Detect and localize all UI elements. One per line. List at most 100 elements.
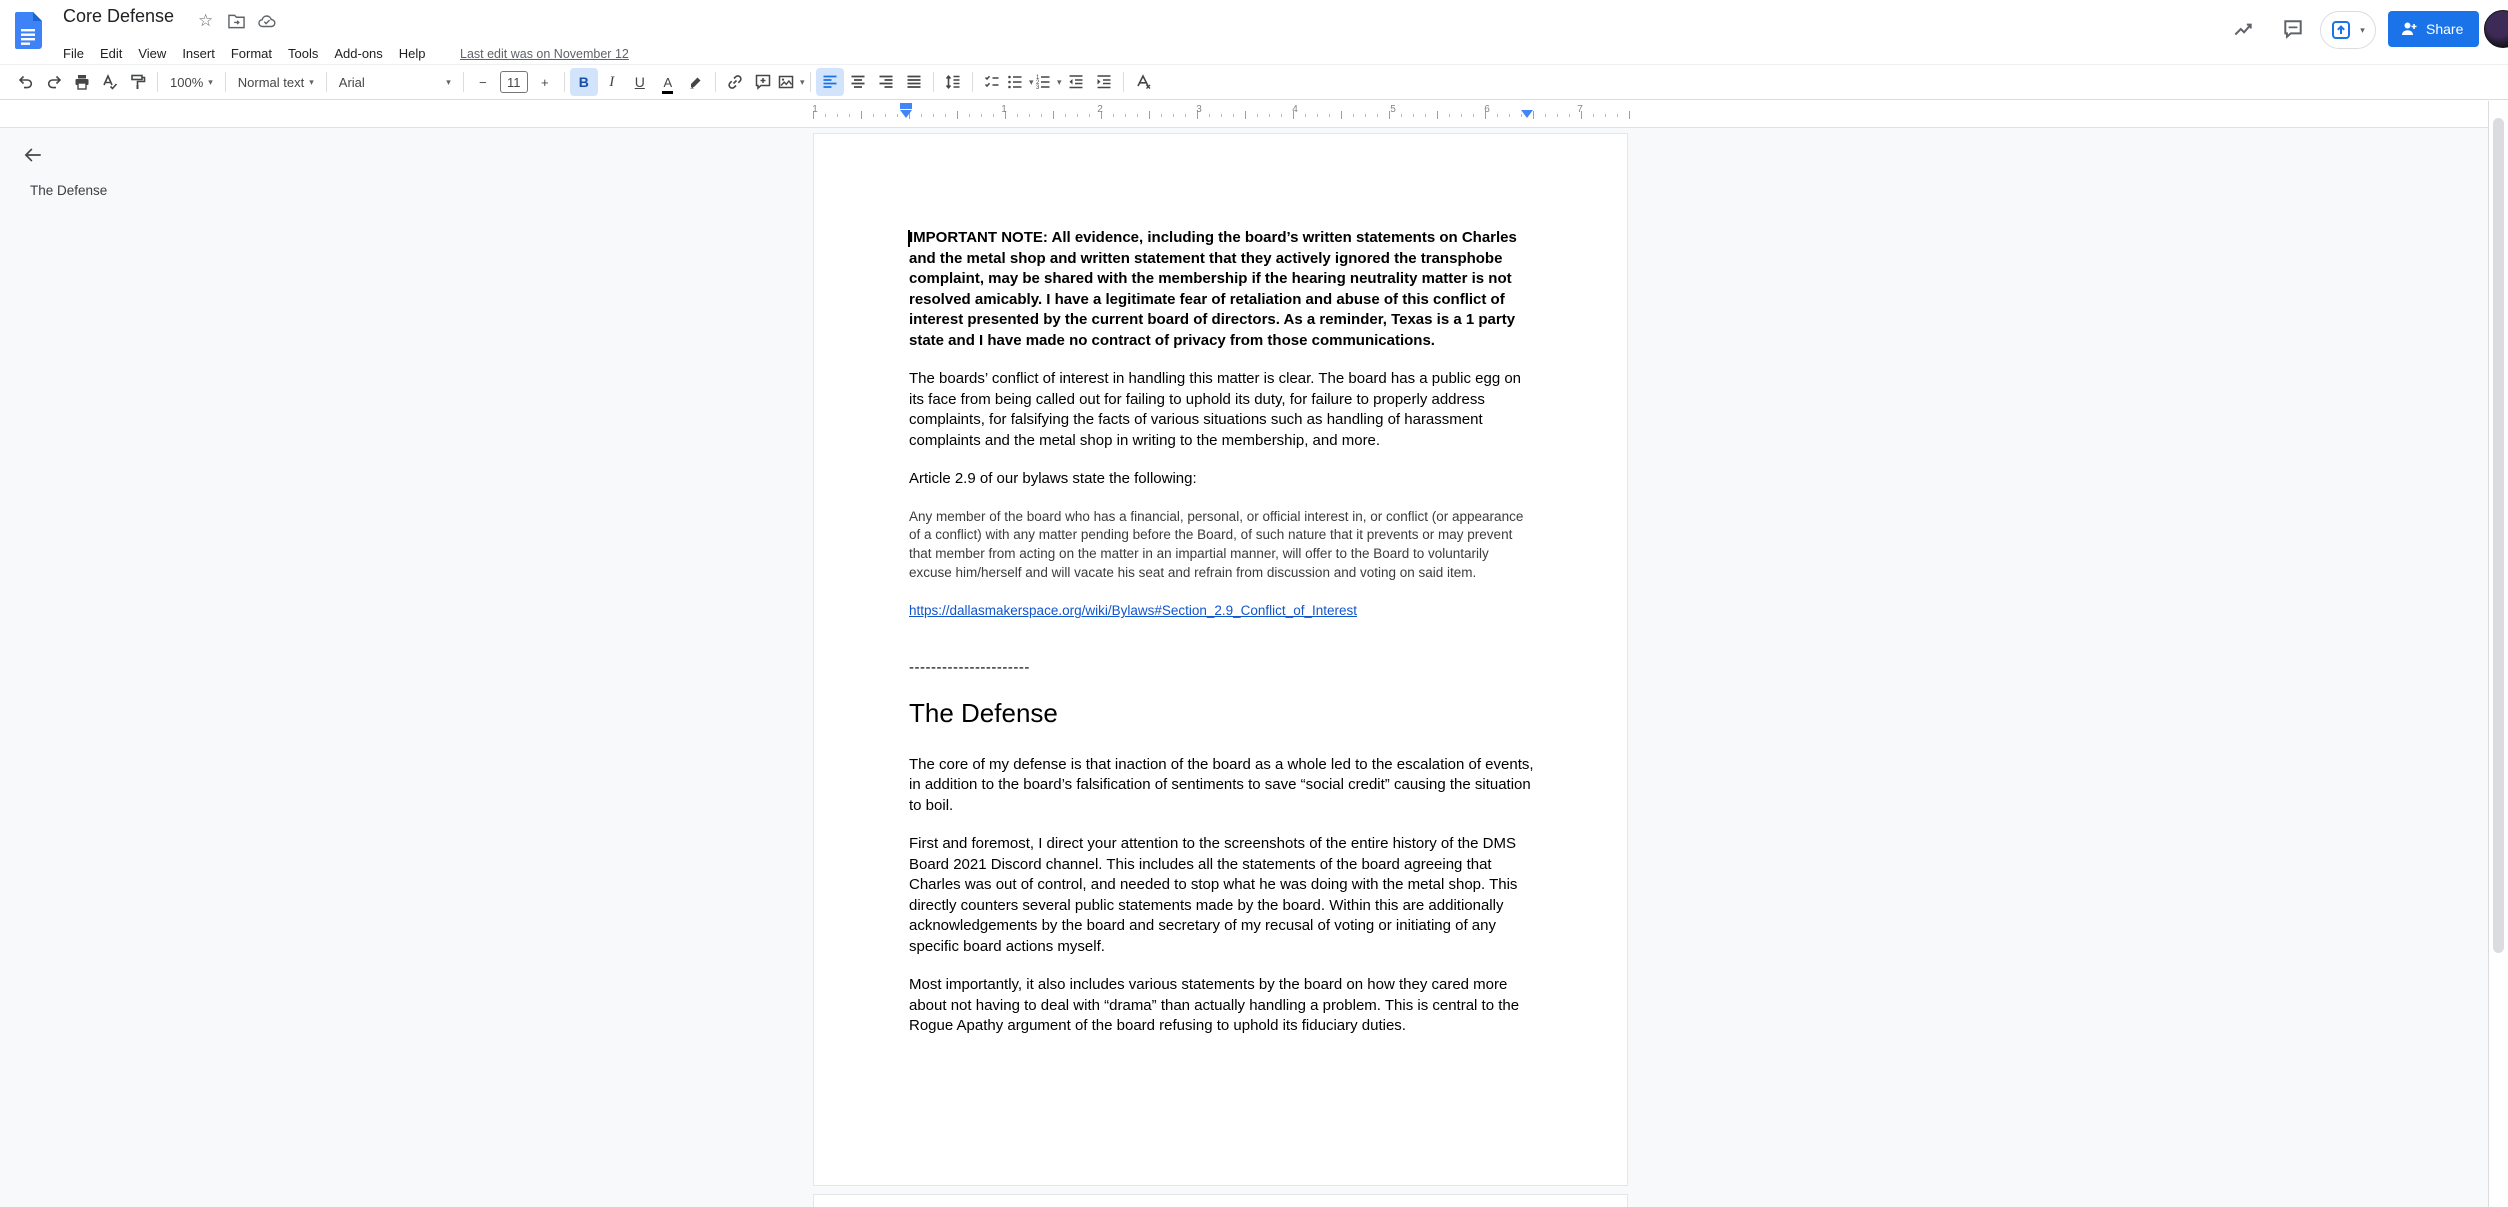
paragraph-divider-dashes[interactable]: ---------------------- [909, 658, 1535, 679]
style-caret-icon: ▾ [309, 77, 314, 88]
ruler-label: 3 [1196, 104, 1202, 115]
decrease-font-size-button[interactable]: − [469, 68, 497, 96]
ruler-label: 5 [1390, 104, 1396, 115]
close-outline-button[interactable] [22, 144, 44, 166]
empty-paragraph[interactable] [909, 638, 1535, 658]
toolbar-separator [1123, 72, 1124, 92]
horizontal-ruler[interactable]: 1 1 2 3 4 5 6 7 [0, 101, 2508, 128]
line-spacing-button[interactable] [939, 68, 967, 96]
left-indent-marker[interactable] [900, 110, 912, 118]
document-page-2[interactable] [813, 1194, 1628, 1207]
upload-dropdown-caret-icon[interactable]: ▾ [2360, 25, 2365, 36]
bulleted-list-caret-icon: ▾ [1029, 77, 1034, 88]
first-line-indent-marker[interactable] [900, 103, 912, 109]
paragraph-most-importantly[interactable]: Most importantly, it also includes vario… [909, 975, 1535, 1037]
toolbar-separator [225, 72, 226, 92]
menu-addons[interactable]: Add-ons [326, 43, 390, 64]
person-icon [2400, 20, 2418, 38]
underline-button[interactable]: U [626, 68, 654, 96]
align-center-button[interactable] [844, 68, 872, 96]
text-color-button[interactable]: A [654, 68, 682, 96]
font-size-input[interactable]: 11 [500, 71, 528, 93]
move-folder-icon[interactable] [228, 14, 245, 29]
paint-format-button[interactable] [124, 68, 152, 96]
last-edit-link[interactable]: Last edit was on November 12 [460, 47, 629, 61]
menu-help[interactable]: Help [391, 43, 434, 64]
document-page-1[interactable]: IMPORTANT NOTE: All evidence, including … [813, 133, 1628, 1186]
toolbar-separator [972, 72, 973, 92]
zoom-select[interactable]: 100% ▾ [163, 68, 220, 96]
formatting-toolbar: 100% ▾ Normal text ▾ Arial ▾ − 11 + B I … [0, 64, 2508, 100]
ruler-label: 6 [1484, 104, 1490, 115]
heading-the-defense[interactable]: The Defense [909, 697, 1535, 729]
menu-insert[interactable]: Insert [174, 43, 223, 64]
account-avatar[interactable] [2484, 10, 2508, 48]
ruler-label: 7 [1577, 104, 1583, 115]
redo-button[interactable] [40, 68, 68, 96]
page-content[interactable]: IMPORTANT NOTE: All evidence, including … [909, 228, 1535, 1055]
ruler-major-ticks [813, 111, 1630, 119]
share-button[interactable]: Share [2388, 11, 2479, 47]
google-docs-logo-icon[interactable] [15, 12, 42, 49]
ruler-label: 1 [1001, 104, 1007, 115]
text-cursor [908, 230, 910, 247]
ruler-region[interactable]: 1 1 2 3 4 5 6 7 [813, 101, 1630, 127]
upload-button[interactable]: ▾ [2320, 11, 2376, 49]
italic-button[interactable]: I [598, 68, 626, 96]
highlight-color-button[interactable] [682, 68, 710, 96]
bylaws-link[interactable]: https://dallasmakerspace.org/wiki/Bylaws… [909, 602, 1535, 620]
comment-history-icon[interactable] [2282, 18, 2304, 40]
toolbar-separator [715, 72, 716, 92]
paragraph-core-defense[interactable]: The core of my defense is that inaction … [909, 755, 1535, 817]
clear-formatting-button[interactable] [1129, 68, 1157, 96]
insert-image-button[interactable]: ▾ [777, 68, 805, 96]
font-family-select[interactable]: Arial ▾ [332, 68, 458, 96]
menu-format[interactable]: Format [223, 43, 280, 64]
document-canvas: The Defense IMPORTANT NOTE: All evidence… [0, 128, 2508, 1207]
checklist-button[interactable] [978, 68, 1006, 96]
paragraph-first-foremost[interactable]: First and foremost, I direct your attent… [909, 834, 1535, 957]
decrease-indent-button[interactable] [1062, 68, 1090, 96]
vertical-scrollbar-track[interactable] [2488, 101, 2508, 1207]
svg-text:3: 3 [1036, 85, 1040, 91]
paragraph-article-29[interactable]: Article 2.9 of our bylaws state the foll… [909, 469, 1535, 490]
spellcheck-button[interactable] [96, 68, 124, 96]
add-comment-button[interactable] [749, 68, 777, 96]
undo-button[interactable] [12, 68, 40, 96]
toolbar-separator [933, 72, 934, 92]
outline-item[interactable]: The Defense [30, 183, 107, 198]
toolbar-separator [157, 72, 158, 92]
menu-edit[interactable]: Edit [92, 43, 130, 64]
ruler-label: 4 [1292, 104, 1298, 115]
paragraph-boards-conflict[interactable]: The boards’ conflict of interest in hand… [909, 369, 1535, 451]
vertical-scrollbar-thumb[interactable] [2493, 118, 2504, 953]
right-indent-marker[interactable] [1521, 110, 1533, 118]
ruler-label: 2 [1097, 104, 1103, 115]
paragraph-style-select[interactable]: Normal text ▾ [231, 68, 321, 96]
toolbar-separator [326, 72, 327, 92]
document-title[interactable]: Core Defense [63, 6, 174, 27]
insert-link-button[interactable] [721, 68, 749, 96]
paragraph-important-note[interactable]: IMPORTANT NOTE: All evidence, including … [909, 228, 1535, 351]
increase-font-size-button[interactable]: + [531, 68, 559, 96]
menu-bar: File Edit View Insert Format Tools Add-o… [55, 43, 434, 64]
bulleted-list-button[interactable]: ▾ [1006, 68, 1034, 96]
increase-indent-button[interactable] [1090, 68, 1118, 96]
toolbar-separator [463, 72, 464, 92]
image-caret-icon: ▾ [800, 77, 805, 88]
bold-button[interactable]: B [570, 68, 598, 96]
star-icon[interactable]: ☆ [198, 12, 213, 29]
align-left-button[interactable] [816, 68, 844, 96]
menu-file[interactable]: File [55, 43, 92, 64]
align-right-button[interactable] [872, 68, 900, 96]
numbered-list-button[interactable]: 123 ▾ [1034, 68, 1062, 96]
document-stats-icon[interactable] [2232, 18, 2254, 40]
font-caret-icon: ▾ [446, 77, 451, 88]
cloud-saved-icon[interactable] [258, 14, 276, 28]
menu-view[interactable]: View [130, 43, 174, 64]
justify-button[interactable] [900, 68, 928, 96]
paragraph-bylaws-quote[interactable]: Any member of the board who has a financ… [909, 508, 1535, 583]
app-header: Core Defense ☆ File Edit View Insert For… [0, 0, 2508, 64]
menu-tools[interactable]: Tools [280, 43, 326, 64]
print-button[interactable] [68, 68, 96, 96]
